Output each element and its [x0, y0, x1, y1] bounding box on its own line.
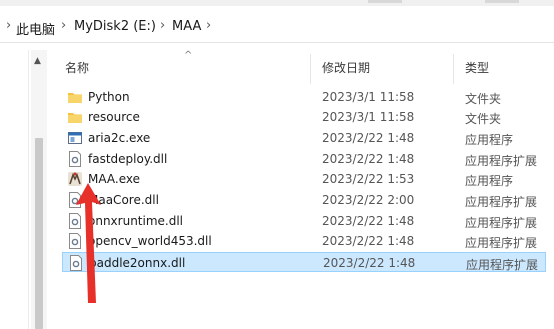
top-strip	[0, 0, 554, 6]
file-row-fastdeploy[interactable]: fastdeploy.dll 2023/2/22 1:48 应用程序扩展	[62, 149, 546, 169]
file-row-python[interactable]: Python 2023/3/1 11:58 文件夹	[62, 87, 546, 107]
file-name: Python	[88, 90, 130, 104]
scroll-up-arrow-icon[interactable]: ▲	[34, 56, 41, 66]
file-type: 应用程序扩展	[465, 154, 538, 168]
file-row-paddle2onnx[interactable]: paddle2onnx.dll 2023/2/22 1:48 应用程序扩展	[62, 252, 546, 272]
file-date: 2023/2/22 2:00	[322, 193, 415, 207]
breadcrumb-separator[interactable]: ›	[206, 18, 211, 33]
file-name: resource	[88, 110, 140, 124]
file-type: 应用程序扩展	[465, 216, 538, 230]
column-name[interactable]: 名称	[65, 59, 89, 76]
file-date: 2023/2/22 1:53	[322, 172, 415, 186]
breadcrumb-item-this-pc[interactable]: 此电脑	[16, 19, 55, 38]
column-divider[interactable]	[310, 54, 311, 84]
file-name: aria2c.exe	[88, 131, 151, 145]
file-date: 2023/2/22 1:48	[323, 256, 416, 270]
sort-ascending-icon: ^	[184, 50, 193, 61]
breadcrumb-separator[interactable]: ›	[61, 18, 66, 33]
top-strip-tick	[368, 0, 402, 3]
file-type: 应用程序扩展	[465, 236, 538, 250]
file-date: 2023/2/22 1:48	[322, 234, 415, 248]
file-type: 应用程序	[465, 174, 514, 188]
file-date: 2023/2/22 1:48	[322, 152, 415, 166]
file-type: 应用程序	[465, 133, 514, 147]
file-row-maacore[interactable]: MaaCore.dll 2023/2/22 2:00 应用程序扩展	[62, 190, 546, 210]
address-bar[interactable]: › 此电脑 › MyDisk2 (E:) › MAA ›	[0, 10, 554, 43]
file-row-aria2c[interactable]: aria2c.exe 2023/2/22 1:48 应用程序	[62, 128, 546, 148]
column-type[interactable]: 类型	[465, 59, 489, 76]
file-row-maa-exe[interactable]: MAA.exe 2023/2/22 1:53 应用程序	[62, 169, 546, 189]
exe-icon	[68, 132, 82, 144]
file-date: 2023/2/22 1:48	[322, 214, 415, 228]
file-date: 2023/2/22 1:48	[322, 131, 415, 145]
breadcrumb-separator: ›	[6, 18, 12, 33]
file-type: 文件夹	[465, 92, 502, 106]
file-type: 应用程序扩展	[465, 195, 538, 209]
breadcrumb-item-mydisk2[interactable]: MyDisk2 (E:)	[74, 19, 156, 34]
annotation-arrow-icon	[76, 183, 101, 303]
file-type: 文件夹	[465, 112, 502, 126]
column-divider[interactable]	[453, 54, 454, 84]
breadcrumb-separator[interactable]: ›	[160, 18, 165, 33]
file-date: 2023/3/1 11:58	[322, 110, 415, 124]
folder-icon	[68, 113, 82, 123]
file-type: 应用程序扩展	[466, 258, 539, 272]
file-date: 2023/3/1 11:58	[322, 90, 415, 104]
file-name: fastdeploy.dll	[88, 152, 168, 166]
breadcrumb-item-maa[interactable]: MAA	[172, 19, 201, 34]
top-strip-tick	[485, 0, 519, 3]
scroll-thumb[interactable]	[35, 138, 43, 329]
column-modified[interactable]: 修改日期	[322, 59, 370, 76]
folder-icon	[68, 93, 82, 103]
column-header: ^ 名称 修改日期 类型	[56, 50, 554, 84]
navigation-scrollbar[interactable]: ▲	[31, 50, 47, 329]
file-row-onnxruntime[interactable]: onnxruntime.dll 2023/2/22 1:48 应用程序扩展	[62, 211, 546, 231]
file-row-resource[interactable]: resource 2023/3/1 11:58 文件夹	[62, 107, 546, 127]
navigation-pane[interactable]	[0, 50, 29, 329]
dll-icon	[69, 151, 81, 167]
file-row-opencv[interactable]: opencv_world453.dll 2023/2/22 1:48 应用程序扩…	[62, 231, 546, 251]
